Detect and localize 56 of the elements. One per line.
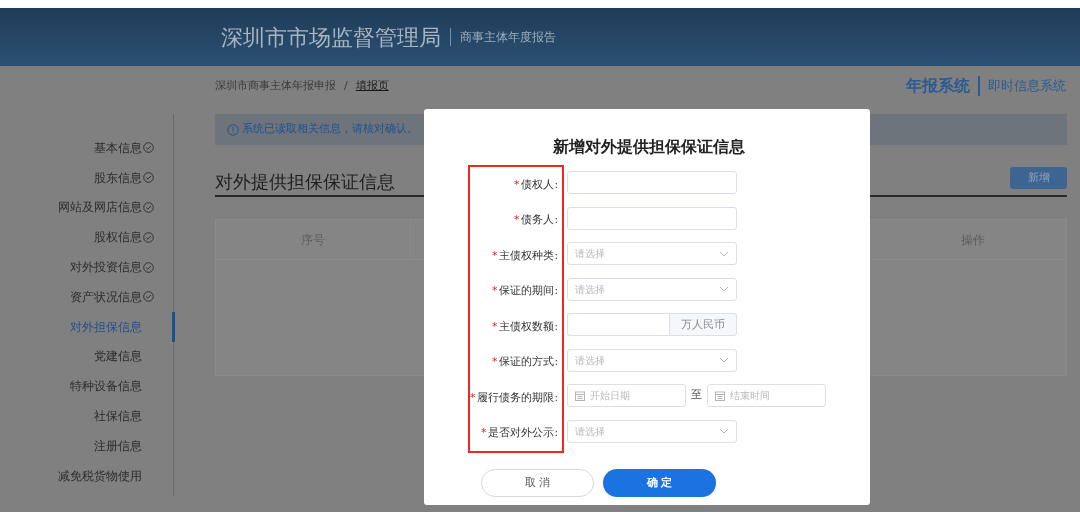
field-label: 保证的期间: <box>499 283 558 299</box>
section-title: 对外提供担保保证信息 <box>215 170 395 194</box>
field-label: 主债权种类: <box>499 247 558 263</box>
select-field[interactable]: 请选择 <box>567 277 737 301</box>
sidebar-item[interactable]: 特种设备信息 <box>70 377 142 396</box>
sidebar-item[interactable]: 股权信息 <box>94 228 142 247</box>
info-icon <box>227 123 239 136</box>
sidebar-item[interactable]: 减免税货物使用 <box>58 466 142 485</box>
required-mark: * <box>491 283 498 299</box>
amount-field[interactable] <box>567 313 669 336</box>
text-field[interactable] <box>567 171 737 194</box>
sidebar-item[interactable]: 对外投资信息 <box>70 258 142 277</box>
sidebar-item[interactable]: 党建信息 <box>94 347 142 366</box>
field-label: 履行债务的期限: <box>477 389 558 405</box>
sidebar-item[interactable]: 基本信息 <box>94 138 142 157</box>
select-field[interactable]: 请选择 <box>567 348 737 372</box>
cancel-button[interactable]: 取 消 <box>481 469 594 497</box>
sidebar-item[interactable]: 资产状况信息 <box>70 287 142 306</box>
field-label: 债务人: <box>521 212 558 228</box>
add-button[interactable]: 新增 <box>1010 167 1067 189</box>
required-mark: * <box>513 212 520 228</box>
date-field[interactable]: 结束时间 <box>707 384 826 407</box>
site-title: 深圳市市场监督管理局 <box>221 23 441 52</box>
caret-icon <box>719 250 729 257</box>
required-mark: * <box>469 389 476 406</box>
required-mark: * <box>513 176 520 193</box>
sidebar-item[interactable]: 股东信息 <box>94 168 142 187</box>
field-label: 保证的方式: <box>499 354 558 370</box>
select-field[interactable]: 请选择 <box>567 242 737 265</box>
field-label: 债权人: <box>521 176 558 192</box>
required-mark: * <box>480 425 487 441</box>
dialog-title: 新增对外提供担保保证信息 <box>552 136 746 158</box>
sidebar-item[interactable]: 对外担保信息 <box>70 317 142 336</box>
confirm-button[interactable]: 确 定 <box>603 469 716 497</box>
breadcrumb-link[interactable]: 填报页 <box>355 77 389 95</box>
field-label: 是否对外公示: <box>488 425 558 441</box>
unit-label: 万人民币 <box>669 313 737 336</box>
caret-icon <box>719 428 729 434</box>
calendar-icon <box>715 390 725 401</box>
caret-icon <box>719 357 729 363</box>
required-mark: * <box>491 247 498 264</box>
breadcrumb-separator: / <box>344 77 348 94</box>
select-field[interactable]: 请选择 <box>567 419 737 443</box>
sidebar-item[interactable]: 注册信息 <box>94 436 142 455</box>
required-mark: * <box>491 318 498 335</box>
field-label: 主债权数额: <box>499 318 558 334</box>
range-separator: 至 <box>690 386 703 402</box>
breadcrumb-link[interactable]: 深圳市商事主体年报申报 <box>215 77 336 95</box>
sidebar-item[interactable]: 社保信息 <box>94 407 142 426</box>
calendar-icon <box>575 390 585 401</box>
site-subtitle: 商事主体年度报告 <box>460 29 556 46</box>
required-mark: * <box>491 354 498 370</box>
alert-text: 系统已读取相关信息，请核对确认。 <box>242 121 418 138</box>
text-field[interactable] <box>567 206 737 230</box>
caret-icon <box>719 286 729 292</box>
sidebar-item[interactable]: 网站及网店信息 <box>58 198 142 217</box>
